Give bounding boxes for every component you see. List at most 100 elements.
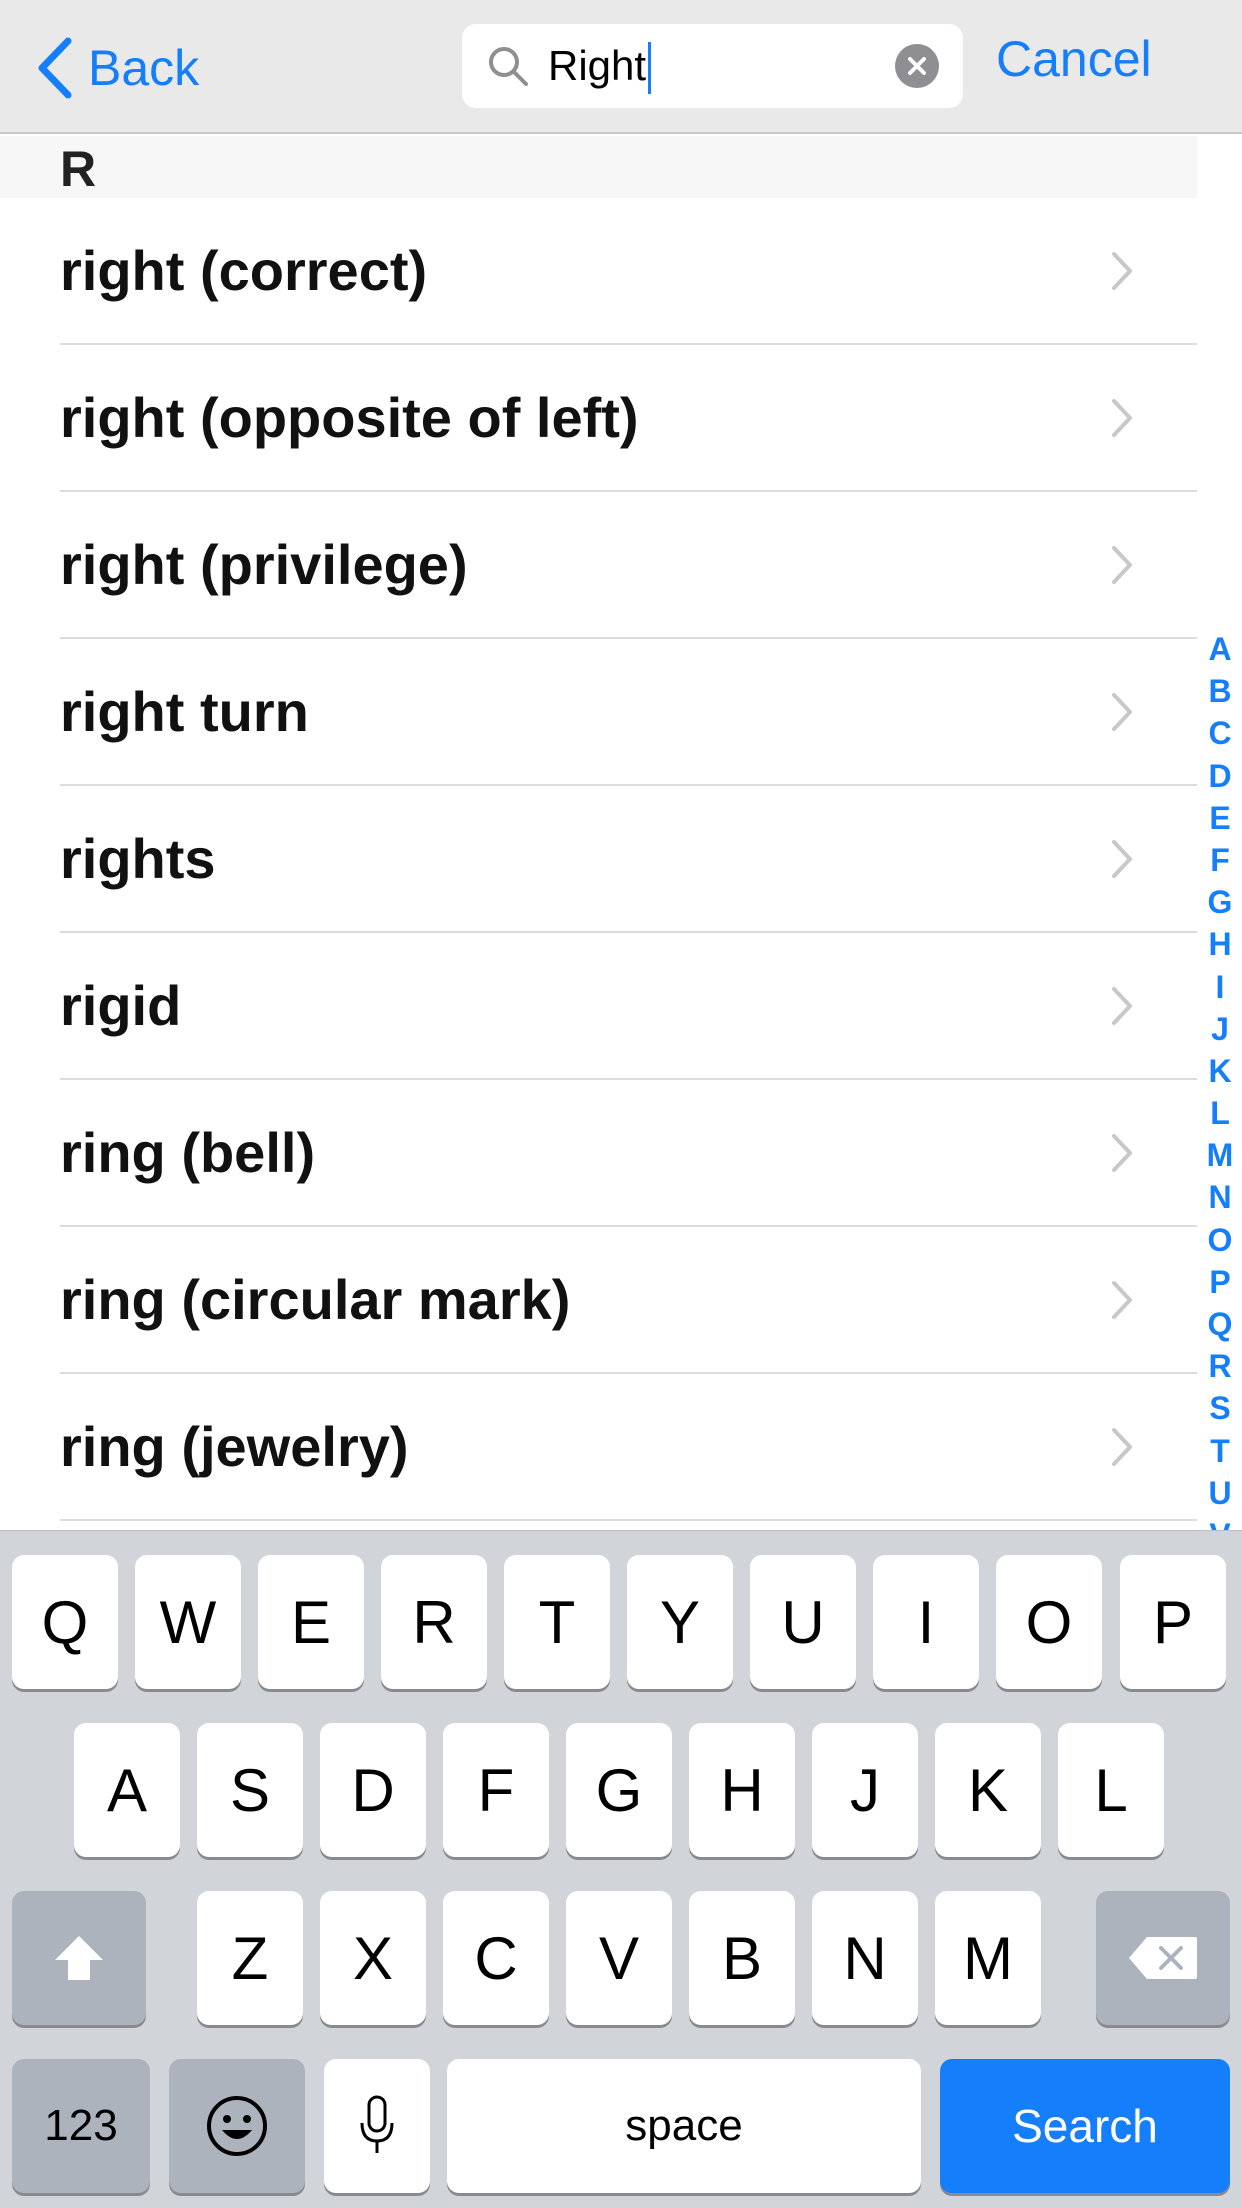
chevron-right-icon — [1110, 691, 1134, 738]
key-k[interactable]: K — [935, 1723, 1041, 1857]
chevron-right-icon — [1110, 985, 1134, 1032]
index-letter[interactable]: D — [1198, 755, 1242, 797]
list-item[interactable]: rigid — [0, 933, 1197, 1080]
key-c[interactable]: C — [443, 1891, 549, 2025]
key-r[interactable]: R — [381, 1555, 487, 1689]
list-item[interactable]: right turn — [0, 639, 1197, 786]
search-input[interactable] — [548, 34, 878, 98]
chevron-right-icon — [1110, 838, 1134, 885]
search-key[interactable]: Search — [940, 2059, 1230, 2193]
key-v[interactable]: V — [566, 1891, 672, 2025]
index-letter[interactable]: K — [1198, 1050, 1242, 1092]
key-h[interactable]: H — [689, 1723, 795, 1857]
index-letter[interactable]: A — [1198, 628, 1242, 670]
list-item[interactable]: ring (jewelry) — [0, 1374, 1197, 1521]
keyboard: Q W E R T Y U I O P A S D F G H J K L Z … — [0, 1530, 1242, 2208]
index-letter[interactable]: O — [1198, 1219, 1242, 1261]
key-a[interactable]: A — [74, 1723, 180, 1857]
index-letter[interactable]: T — [1198, 1430, 1242, 1472]
key-x[interactable]: X — [320, 1891, 426, 2025]
key-u[interactable]: U — [750, 1555, 856, 1689]
list-item-label: rigid — [60, 974, 182, 1037]
microphone-icon — [360, 2095, 394, 2153]
space-key[interactable]: space — [447, 2059, 921, 2193]
text-caret — [648, 42, 651, 94]
chevron-right-icon — [1110, 250, 1134, 297]
index-letter[interactable]: U — [1198, 1472, 1242, 1514]
chevron-right-icon — [1110, 544, 1134, 591]
emoji-icon — [207, 2096, 267, 2156]
emoji-key[interactable] — [169, 2059, 305, 2193]
index-letter[interactable]: L — [1198, 1092, 1242, 1134]
key-n[interactable]: N — [812, 1891, 918, 2025]
shift-key[interactable] — [12, 1891, 146, 2025]
key-m[interactable]: M — [935, 1891, 1041, 2025]
key-z[interactable]: Z — [197, 1891, 303, 2025]
index-letter[interactable]: B — [1198, 670, 1242, 712]
list-item[interactable]: rights — [0, 786, 1197, 933]
cancel-button[interactable]: Cancel — [996, 30, 1152, 88]
clear-icon — [908, 57, 926, 75]
key-g[interactable]: G — [566, 1723, 672, 1857]
index-letter[interactable]: V — [1198, 1514, 1242, 1530]
index-letter[interactable]: N — [1198, 1176, 1242, 1218]
index-letter[interactable]: E — [1198, 797, 1242, 839]
index-letter[interactable]: F — [1198, 839, 1242, 881]
list-item-label: right turn — [60, 680, 309, 743]
section-header-label: R — [60, 141, 97, 197]
search-field[interactable] — [462, 24, 963, 108]
list-item[interactable]: right (correct) — [0, 198, 1197, 345]
list-item[interactable]: ring (bell) — [0, 1080, 1197, 1227]
numbers-key[interactable]: 123 — [12, 2059, 150, 2193]
key-t[interactable]: T — [504, 1555, 610, 1689]
list-item-label: right (correct) — [60, 239, 428, 302]
key-p[interactable]: P — [1120, 1555, 1226, 1689]
index-letter[interactable]: R — [1198, 1345, 1242, 1387]
shift-icon — [55, 1936, 103, 1980]
chevron-right-icon — [1110, 1279, 1134, 1326]
chevron-left-icon — [34, 37, 74, 99]
section-index[interactable]: A B C D E F G H I J K L M N O P Q R S T … — [1198, 628, 1242, 1530]
index-letter[interactable]: G — [1198, 881, 1242, 923]
list-item-label: ring (circular mark) — [60, 1268, 571, 1331]
list-item-label: right (privilege) — [60, 533, 468, 596]
backspace-icon — [1129, 1937, 1197, 1979]
list-item-label: rights — [60, 827, 216, 890]
index-letter[interactable]: H — [1198, 923, 1242, 965]
chevron-right-icon — [1110, 397, 1134, 444]
key-s[interactable]: S — [197, 1723, 303, 1857]
list-item-label: ring (bell) — [60, 1121, 316, 1184]
key-d[interactable]: D — [320, 1723, 426, 1857]
index-letter[interactable]: M — [1198, 1134, 1242, 1176]
key-w[interactable]: W — [135, 1555, 241, 1689]
list-item[interactable]: right (privilege) — [0, 492, 1197, 639]
index-letter[interactable]: P — [1198, 1261, 1242, 1303]
list-item-label: ring (jewelry) — [60, 1415, 409, 1478]
key-o[interactable]: O — [996, 1555, 1102, 1689]
list-item[interactable]: right (opposite of left) — [0, 345, 1197, 492]
index-letter[interactable]: Q — [1198, 1303, 1242, 1345]
key-q[interactable]: Q — [12, 1555, 118, 1689]
list-item[interactable]: ring (circular mark) — [0, 1227, 1197, 1374]
index-letter[interactable]: C — [1198, 712, 1242, 754]
row-separator — [60, 1519, 1197, 1521]
back-label: Back — [88, 40, 200, 96]
dictation-key[interactable] — [324, 2059, 430, 2193]
key-f[interactable]: F — [443, 1723, 549, 1857]
chevron-right-icon — [1110, 1132, 1134, 1179]
index-letter[interactable]: J — [1198, 1008, 1242, 1050]
key-y[interactable]: Y — [627, 1555, 733, 1689]
key-e[interactable]: E — [258, 1555, 364, 1689]
index-letter[interactable]: I — [1198, 966, 1242, 1008]
key-b[interactable]: B — [689, 1891, 795, 2025]
back-button[interactable]: Back — [34, 28, 199, 108]
key-i[interactable]: I — [873, 1555, 979, 1689]
search-icon — [486, 44, 530, 93]
delete-key[interactable] — [1096, 1891, 1230, 2025]
index-letter[interactable]: S — [1198, 1387, 1242, 1429]
key-l[interactable]: L — [1058, 1723, 1164, 1857]
chevron-right-icon — [1110, 1426, 1134, 1473]
list-item-label: right (opposite of left) — [60, 386, 639, 449]
key-j[interactable]: J — [812, 1723, 918, 1857]
clear-search-button[interactable] — [895, 44, 939, 88]
